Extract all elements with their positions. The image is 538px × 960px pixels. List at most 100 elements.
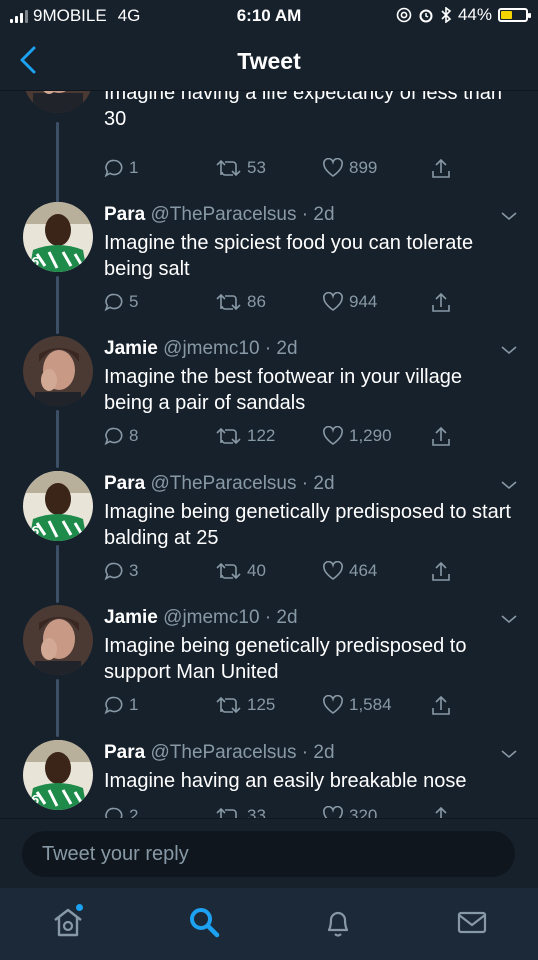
- share-button[interactable]: [430, 695, 452, 717]
- author-name[interactable]: Para: [104, 473, 145, 494]
- retweet-icon: [216, 427, 241, 445]
- reply-count: 8: [129, 426, 139, 445]
- author-handle[interactable]: @TheParacelsus: [150, 473, 296, 494]
- thread-line: [56, 545, 59, 603]
- tweet[interactable]: Jamie @jmemc10 · 2d Imagine the best foo…: [0, 336, 538, 470]
- like-button[interactable]: 899: [322, 158, 377, 178]
- status-right: 44%: [396, 5, 531, 25]
- author-name[interactable]: Para: [104, 204, 145, 225]
- tweet-time: · 2d: [301, 473, 335, 494]
- retweet-button[interactable]: 122: [216, 426, 275, 446]
- retweet-icon: [216, 807, 237, 818]
- tweet-text: Imagine the best footwear in your villag…: [104, 366, 462, 414]
- tweet-header: Jamie @jmemc10 · 2d: [104, 338, 298, 360]
- like-count: 899: [349, 158, 378, 177]
- retweet-button[interactable]: 86: [216, 292, 266, 312]
- tweet-thread: Imagine having a life expectancy of less…: [0, 90, 538, 818]
- author-name[interactable]: Para: [104, 742, 145, 763]
- tweet-header: Para @TheParacelsus · 2d: [104, 742, 335, 764]
- reply-button[interactable]: 3: [104, 561, 138, 581]
- like-button[interactable]: 1,584: [322, 695, 392, 715]
- tweet-actions: 1 125 1,584: [104, 695, 524, 719]
- tweet-text: Imagine having an easily breakable nose: [104, 770, 467, 792]
- share-button[interactable]: [430, 158, 452, 180]
- retweet-count: 53: [247, 158, 266, 177]
- retweet-icon: [216, 293, 241, 311]
- svg-text:6: 6: [31, 255, 39, 269]
- avatar[interactable]: 6: [23, 740, 93, 810]
- alarm-icon: [419, 9, 433, 23]
- share-icon: [432, 292, 450, 312]
- author-handle[interactable]: @TheParacelsus: [150, 742, 296, 763]
- tweet-time: · 2d: [264, 338, 298, 359]
- chevron-down-icon[interactable]: [500, 344, 518, 356]
- retweet-count: 122: [247, 426, 276, 445]
- tweet-time: · 2d: [264, 607, 298, 628]
- retweet-icon: [216, 562, 241, 580]
- retweet-count: 33: [247, 806, 266, 818]
- retweet-button[interactable]: 40: [216, 561, 266, 581]
- avatar[interactable]: [23, 605, 93, 675]
- avatar[interactable]: 6: [23, 202, 93, 272]
- heart-icon: [323, 695, 343, 714]
- tweet-actions: 8 122 1,290: [104, 426, 524, 450]
- tweet[interactable]: 6 Para @TheParacelsus · 2d Imagine being…: [0, 471, 538, 605]
- chevron-down-icon[interactable]: [500, 210, 518, 222]
- retweet-button[interactable]: 53: [216, 158, 266, 178]
- reply-button[interactable]: 2: [104, 806, 138, 818]
- tweet-text: Imagine having a life expectancy of less…: [104, 90, 503, 130]
- heart-icon: [323, 426, 343, 445]
- reply-icon: [105, 807, 123, 818]
- tweet[interactable]: 6 Para @TheParacelsus · 2d Imagine the s…: [0, 202, 538, 336]
- author-handle[interactable]: @TheParacelsus: [150, 204, 296, 225]
- like-count: 1,290: [349, 426, 392, 445]
- heart-icon: [323, 806, 343, 818]
- share-button[interactable]: [430, 426, 452, 448]
- header: Tweet: [0, 32, 538, 91]
- chevron-down-icon[interactable]: [500, 479, 518, 491]
- retweet-button[interactable]: 33: [216, 806, 266, 818]
- retweet-icon: [216, 696, 241, 714]
- like-button[interactable]: 320: [322, 806, 377, 818]
- avatar[interactable]: [23, 90, 93, 113]
- avatar[interactable]: 6: [23, 471, 93, 541]
- retweet-button[interactable]: 125: [216, 695, 275, 715]
- tweet-text: Imagine being genetically predisposed to…: [104, 635, 467, 683]
- author-name[interactable]: Jamie: [104, 338, 158, 359]
- share-button[interactable]: [430, 806, 452, 818]
- tweet-header: Jamie @jmemc10 · 2d: [104, 607, 298, 629]
- reply-count: 2: [129, 806, 139, 818]
- author-handle[interactable]: @jmemc10: [163, 338, 259, 359]
- thread-line: [56, 410, 59, 468]
- search-icon[interactable]: [186, 904, 222, 940]
- chevron-down-icon[interactable]: [500, 613, 518, 625]
- reply-composer: Tweet your reply: [0, 818, 538, 889]
- notifications-icon[interactable]: [320, 904, 356, 940]
- like-count: 464: [349, 561, 378, 580]
- retweet-count: 40: [247, 561, 266, 580]
- like-button[interactable]: 464: [322, 561, 377, 581]
- like-count: 944: [349, 292, 378, 311]
- like-button[interactable]: 944: [322, 292, 377, 312]
- like-button[interactable]: 1,290: [322, 426, 392, 446]
- share-button[interactable]: [430, 292, 452, 314]
- tweet[interactable]: Jamie @jmemc10 · 2d Imagine being geneti…: [0, 605, 538, 739]
- reply-button[interactable]: 5: [104, 292, 138, 312]
- messages-icon[interactable]: [454, 904, 490, 940]
- tweet[interactable]: 6 Para @TheParacelsus · 2d Imagine havin…: [0, 740, 538, 818]
- author-name[interactable]: Jamie: [104, 607, 158, 628]
- reply-button[interactable]: 1: [104, 158, 138, 178]
- reply-button[interactable]: 1: [104, 695, 138, 715]
- retweet-count: 86: [247, 292, 266, 311]
- svg-text:6: 6: [31, 524, 39, 538]
- chevron-down-icon[interactable]: [500, 748, 518, 760]
- avatar[interactable]: [23, 336, 93, 406]
- reply-icon: [104, 293, 123, 312]
- author-handle[interactable]: @jmemc10: [163, 607, 259, 628]
- share-button[interactable]: [430, 561, 452, 583]
- tweet[interactable]: Imagine having a life expectancy of less…: [0, 90, 538, 212]
- share-icon: [432, 561, 450, 581]
- reply-button[interactable]: 8: [104, 426, 138, 446]
- thread-line: [56, 276, 59, 334]
- reply-input[interactable]: Tweet your reply: [22, 831, 515, 877]
